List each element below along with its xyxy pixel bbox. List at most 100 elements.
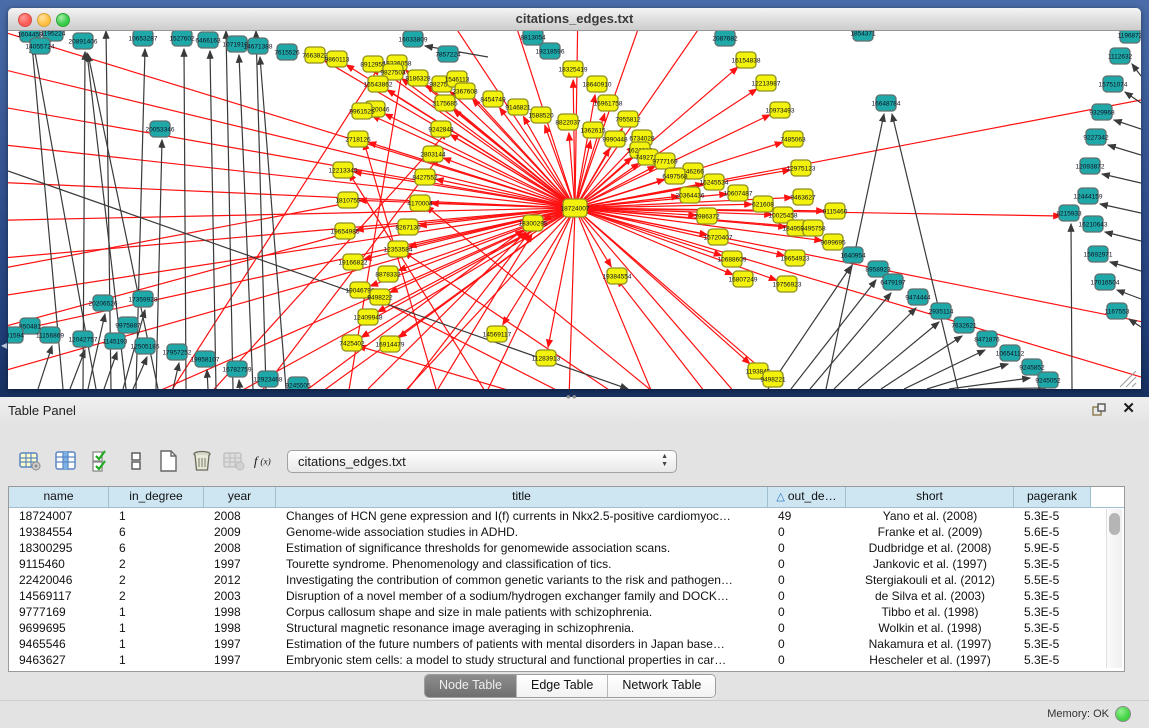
delete-icon[interactable] — [188, 447, 216, 475]
graph-edge[interactable] — [8, 61, 575, 208]
graph-edge[interactable] — [1102, 174, 1141, 183]
graph-edge[interactable] — [834, 308, 916, 389]
table-cell: 2 — [109, 588, 204, 604]
graph-edge[interactable] — [858, 322, 939, 389]
column-header-short[interactable]: short — [846, 487, 1014, 507]
graph-edge[interactable] — [617, 279, 708, 389]
new-file-icon[interactable] — [154, 447, 182, 475]
table-row[interactable]: 946554611997Estimation of the future num… — [9, 636, 1124, 652]
graph-edge[interactable] — [226, 31, 233, 389]
select-rows-icon[interactable] — [88, 447, 116, 475]
column-header-out_de[interactable]: △out_de… — [768, 487, 846, 507]
graph-edge[interactable] — [1105, 232, 1141, 241]
table-row[interactable]: 1830029562008Estimation of significance … — [9, 540, 1124, 556]
table-row[interactable]: 977716911998Corpus callosum shape and si… — [9, 604, 1124, 620]
graph-edge[interactable] — [968, 388, 1046, 389]
graph-edge[interactable] — [210, 51, 216, 389]
table-row[interactable]: 2242004622012Investigating the contribut… — [9, 572, 1124, 588]
graph-edge[interactable] — [256, 31, 266, 389]
divider-grip[interactable]: ●● — [566, 394, 580, 400]
graph-edge[interactable] — [8, 203, 348, 271]
graph-edge[interactable] — [207, 370, 208, 389]
scrollbar-thumb[interactable] — [1109, 513, 1120, 535]
table-row[interactable]: 1872400712008Changes of HCN gene express… — [9, 508, 1124, 524]
column-header-in_degree[interactable]: in_degree — [109, 487, 204, 507]
column-header-pagerank[interactable]: pagerank — [1014, 487, 1091, 507]
graph-edge[interactable] — [1108, 145, 1141, 155]
network-canvas[interactable]: 1872400789129551822605898275031654386281… — [8, 31, 1141, 389]
graph-edge[interactable] — [575, 208, 1141, 331]
table-row[interactable]: 969969511998Structural magnetic resonanc… — [9, 620, 1124, 636]
table-cell: 49 — [768, 508, 846, 524]
graph-edge[interactable] — [239, 380, 240, 389]
tab-edge-table[interactable]: Edge Table — [517, 675, 608, 697]
graph-edge[interactable] — [568, 208, 575, 389]
graph-edge[interactable] — [791, 280, 876, 389]
table-row[interactable]: 1938455462009Genome-wide association stu… — [9, 524, 1124, 540]
tab-network-table[interactable]: Network Table — [608, 675, 715, 697]
column-header-name[interactable]: name — [9, 487, 109, 507]
graph-edge[interactable] — [38, 346, 52, 389]
tab-node-table[interactable]: Node Table — [425, 675, 517, 697]
graph-node-label: 9115460 — [823, 208, 848, 215]
table-cell: 1998 — [204, 620, 276, 636]
graph-edge[interactable] — [8, 234, 344, 331]
graph-node-label: 9474444 — [905, 294, 931, 301]
network-window-titlebar[interactable]: citations_edges.txt — [8, 8, 1141, 31]
graph-edge[interactable] — [8, 208, 575, 381]
table-settings-icon[interactable] — [16, 447, 44, 475]
graph-edge[interactable] — [892, 114, 958, 389]
table-header-row: namein_degreeyeartitle△out_de…shortpager… — [9, 487, 1124, 508]
graph-edge[interactable] — [156, 140, 162, 389]
function-builder-icon[interactable]: f(x) — [252, 447, 280, 475]
graph-edge[interactable] — [8, 141, 575, 208]
graph-node-label: 7986372 — [694, 213, 720, 220]
table-cell: Genome-wide association studies in ADHD. — [276, 524, 768, 540]
column-header-year[interactable]: year — [204, 487, 276, 507]
table-cell: 0 — [768, 620, 846, 636]
row-height-icon[interactable] — [122, 447, 150, 475]
memory-status-indicator[interactable] — [1115, 706, 1131, 722]
close-panel-icon[interactable]: ✕ — [1122, 401, 1135, 417]
graph-node-label: 9245052 — [1035, 377, 1061, 384]
graph-node-label: 20891406 — [69, 38, 98, 45]
graph-node-label: 9777169 — [652, 158, 678, 165]
sort-ascending-icon: △ — [776, 491, 784, 503]
graph-edge[interactable] — [184, 49, 186, 389]
graph-edge[interactable] — [173, 363, 179, 389]
graph-edge[interactable] — [1110, 262, 1141, 271]
table-cell: 9465546 — [9, 636, 109, 652]
column-header-title[interactable]: title — [276, 487, 768, 507]
graph-node-label: 8878332 — [375, 271, 401, 278]
graph-edge[interactable] — [810, 293, 891, 389]
graph-edge[interactable] — [1132, 64, 1141, 76]
graph-edge[interactable] — [8, 208, 575, 221]
table-row[interactable]: 911546021997Tourette syndrome. Phenomeno… — [9, 556, 1124, 572]
graph-edge[interactable] — [239, 55, 253, 389]
graph-edge[interactable] — [1117, 290, 1141, 299]
graph-edge[interactable] — [575, 31, 718, 208]
graph-edge[interactable] — [575, 208, 777, 280]
graph-edge[interactable] — [88, 314, 105, 389]
graph-edge[interactable] — [575, 208, 768, 389]
graph-edge[interactable] — [1100, 204, 1141, 213]
graph-node-label: 12213987 — [752, 80, 781, 87]
graph-edge[interactable] — [133, 357, 147, 389]
graph-edge[interactable] — [385, 114, 575, 208]
graph-node-label: 16914479 — [376, 341, 405, 348]
graph-edge[interactable] — [382, 70, 575, 208]
graph-edge[interactable] — [927, 364, 1008, 389]
graph-edge[interactable] — [1071, 224, 1072, 389]
table-selector-dropdown[interactable]: citations_edges.txt ▲▼ — [287, 450, 677, 473]
graph-edge[interactable] — [949, 378, 1030, 389]
table-row[interactable]: 946362711997Embryonic stem cells: a mode… — [9, 652, 1124, 668]
graph-edge[interactable] — [268, 208, 575, 389]
table-row[interactable]: 1456911722003Disruption of a novel membe… — [9, 588, 1124, 604]
select-columns-icon[interactable] — [52, 447, 80, 475]
float-panel-icon[interactable] — [1091, 402, 1107, 418]
panel-collapse-arrow-icon[interactable]: ◀ — [1, 342, 7, 350]
graph-edge[interactable] — [575, 91, 1141, 208]
graph-edge[interactable] — [1114, 120, 1141, 129]
table-vertical-scrollbar[interactable] — [1106, 509, 1122, 668]
graph-edge[interactable] — [260, 57, 286, 389]
